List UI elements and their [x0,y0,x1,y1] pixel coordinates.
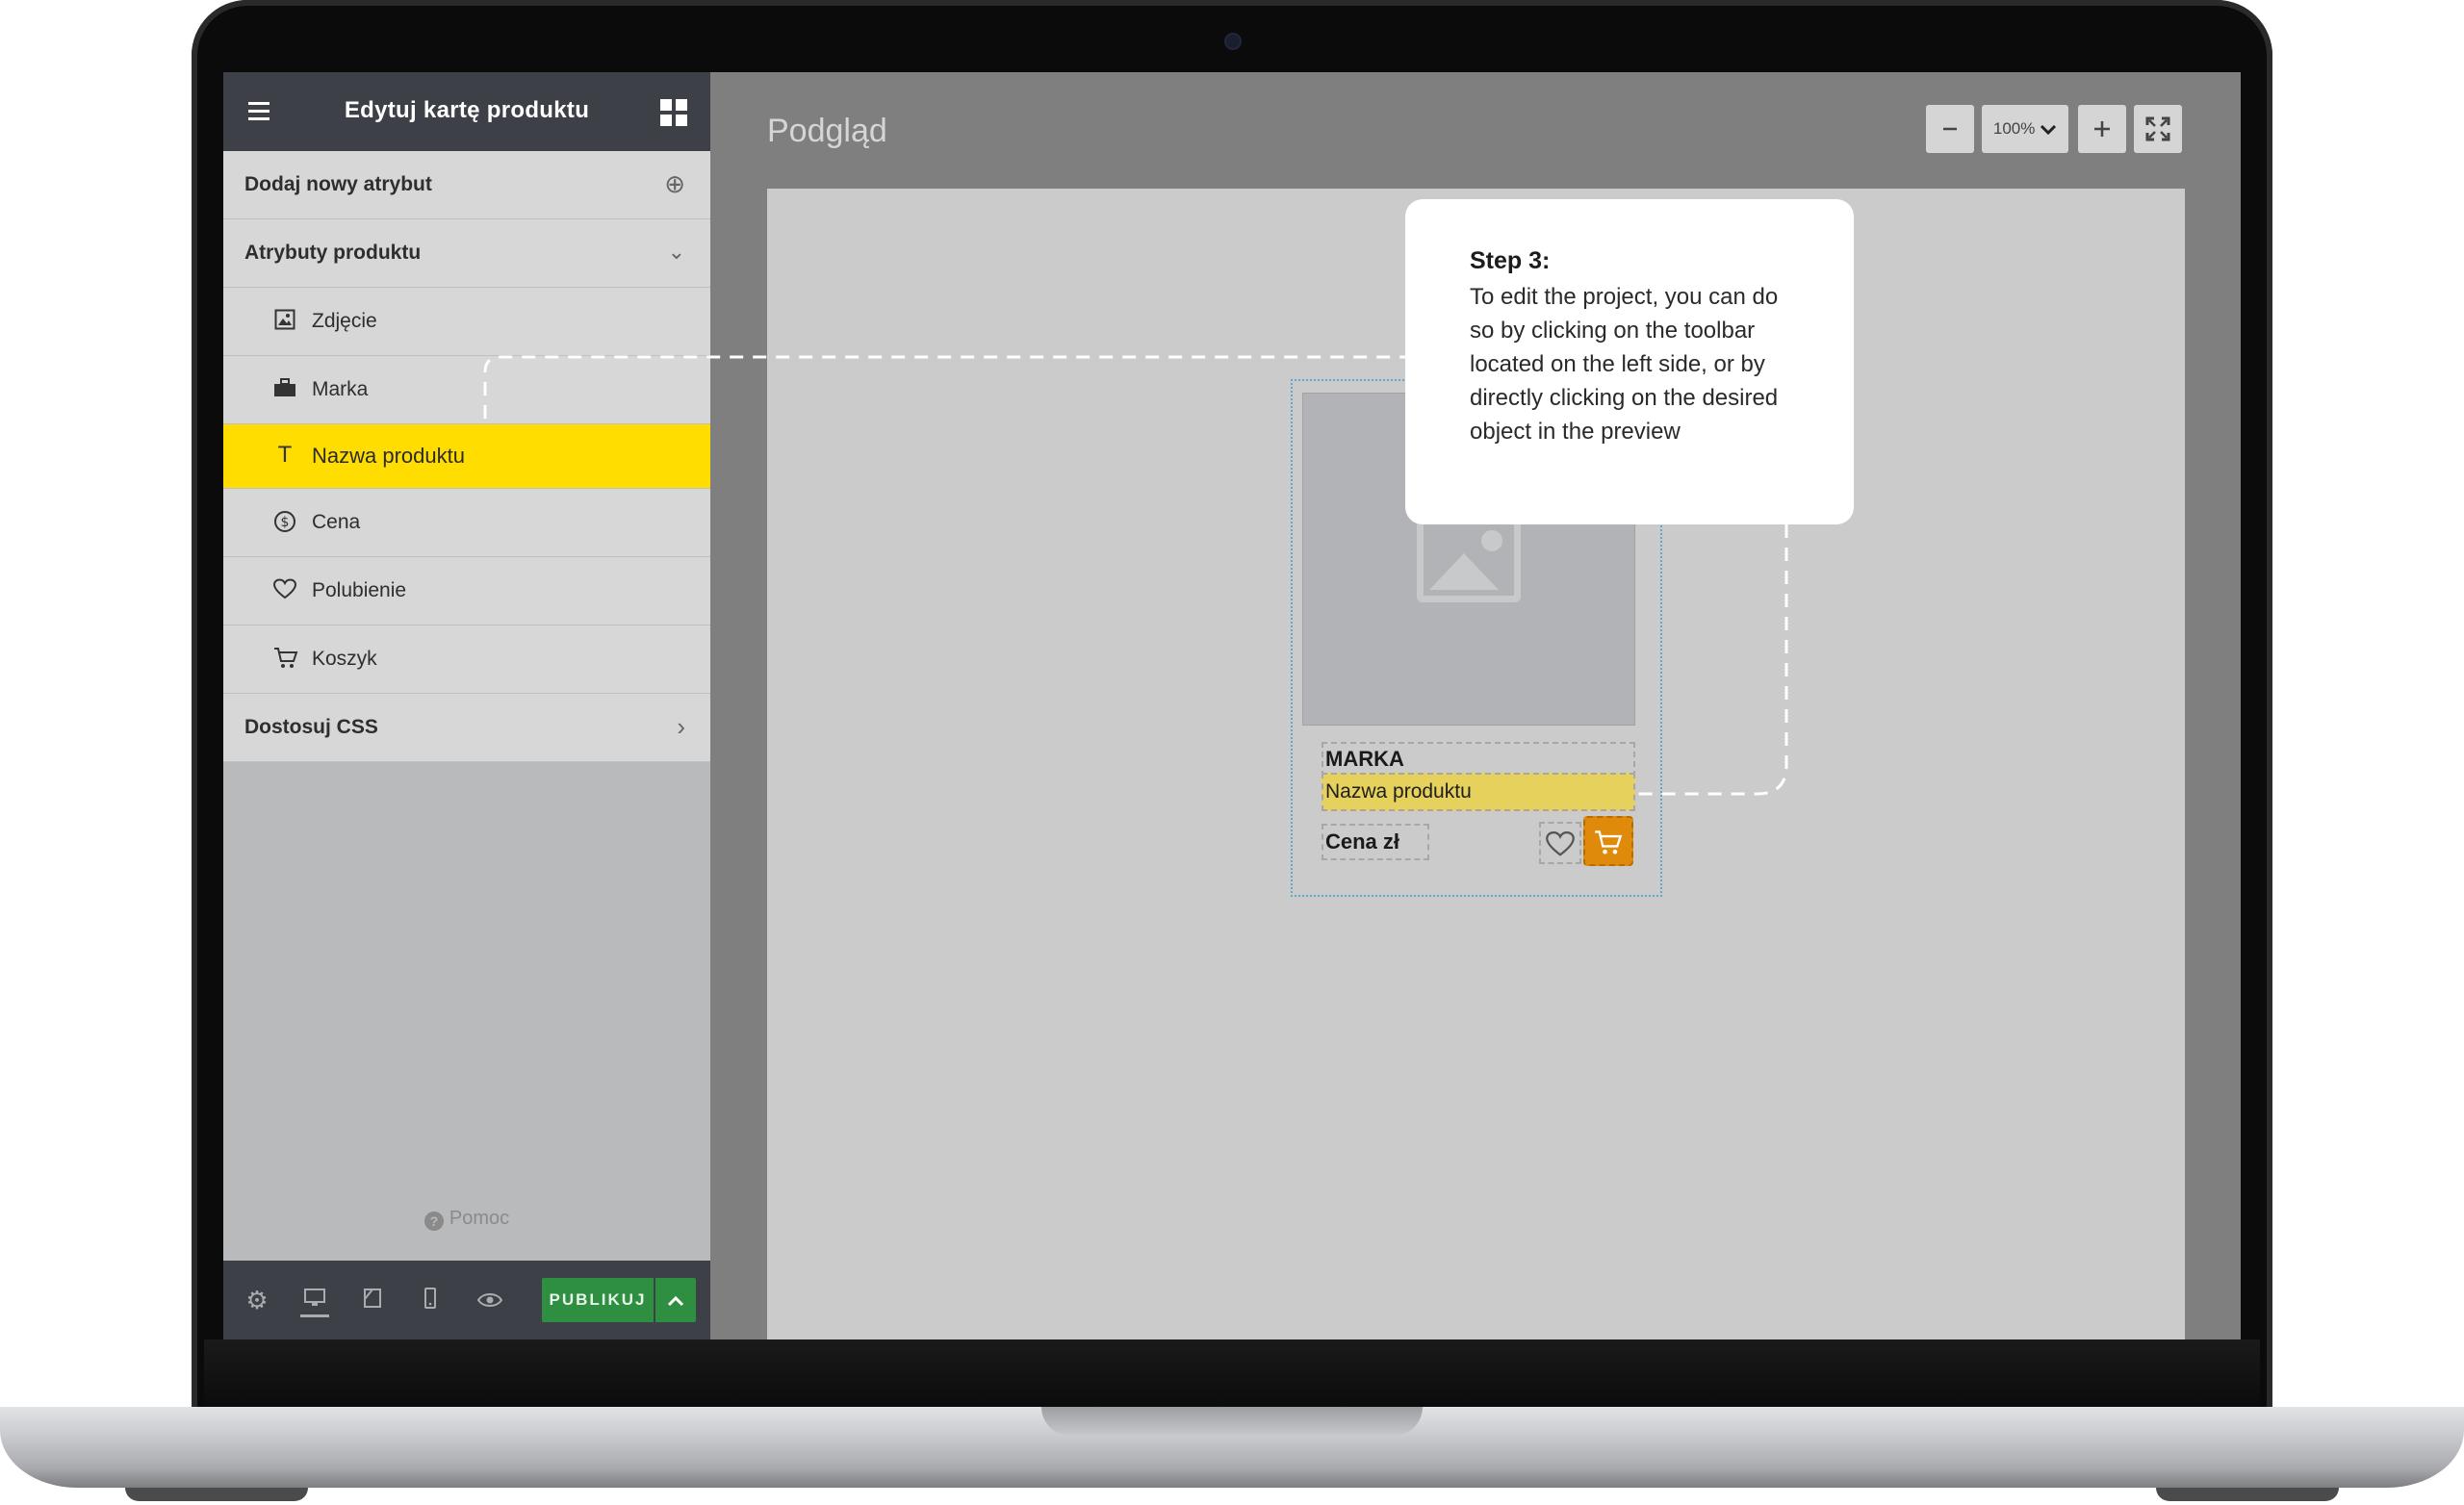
product-brand[interactable]: MARKA [1322,742,1635,777]
image-placeholder-icon [1417,514,1521,602]
callout-text: To edit the project, you can do so by cl… [1470,284,1779,445]
callout-step: Step 3: [1470,247,1551,274]
screen: Edytuj kartę produktu Dodaj nowy atrybut… [223,72,2241,1339]
like-heart-icon[interactable] [1539,822,1581,864]
connector-lines [483,355,1788,796]
add-to-cart-icon[interactable] [1583,816,1633,866]
laptop-notch [1041,1407,1423,1436]
laptop-chin [204,1339,2260,1415]
laptop-foot-left [125,1488,308,1501]
product-price[interactable]: Cena zł [1322,824,1429,860]
laptop-foot-right [2156,1488,2339,1501]
tutorial-callout: Step 3: To edit the project, you can do … [1405,199,1854,524]
webcam [1224,33,1242,50]
product-name[interactable]: Nazwa produktu [1322,773,1635,811]
